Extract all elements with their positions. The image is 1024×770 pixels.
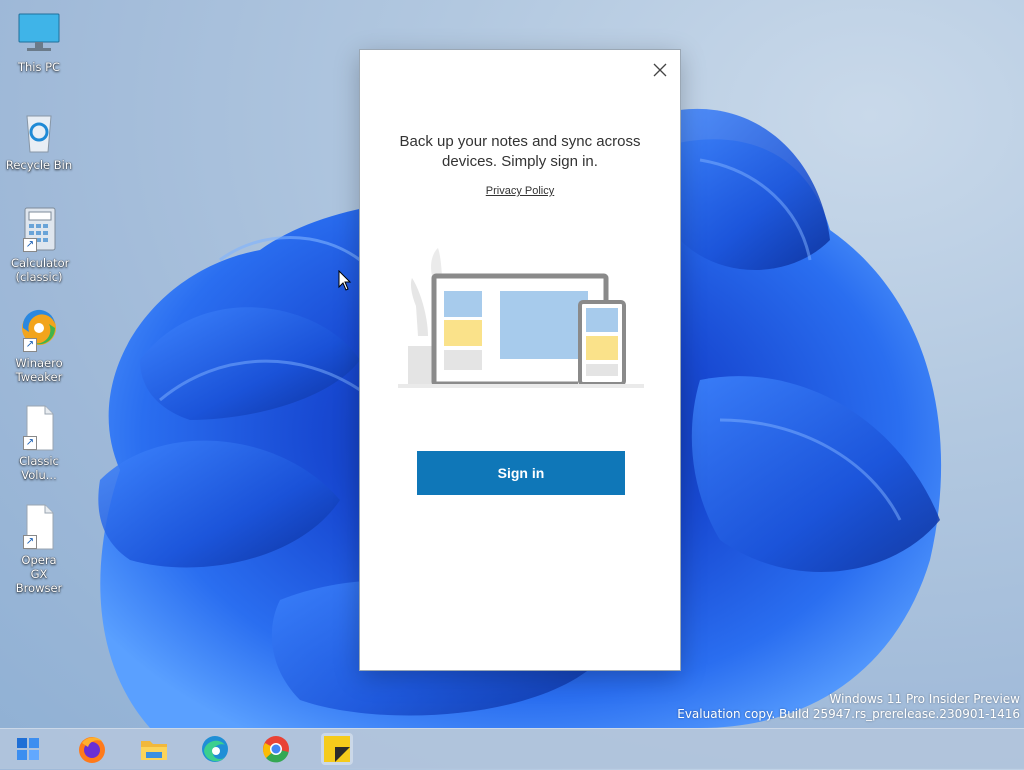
file-explorer-icon[interactable] xyxy=(138,733,170,765)
shortcut-arrow-icon: ↗ xyxy=(23,338,37,352)
privacy-policy-link[interactable]: Privacy Policy xyxy=(360,185,680,197)
shortcut-arrow-icon: ↗ xyxy=(23,238,37,252)
devices-sync-illustration xyxy=(398,248,644,388)
shortcut-arrow-icon: ↗ xyxy=(23,436,37,450)
dialog-heading: Back up your notes and sync across devic… xyxy=(380,132,660,172)
watermark-line-2: Evaluation copy. Build 25947.rs_prerelea… xyxy=(677,707,1020,721)
file-icon: ↗ xyxy=(15,503,63,551)
desktop-icon-label: Recycle Bin xyxy=(5,158,73,172)
calculator-icon: ↗ xyxy=(15,206,63,254)
desktop-icon-classic-volume[interactable]: ↗ Classic Volu... xyxy=(4,404,74,482)
sticky-notes-signin-dialog: Back up your notes and sync across devic… xyxy=(360,50,680,670)
mouse-cursor-icon xyxy=(338,270,352,291)
taskbar xyxy=(0,728,1024,769)
chrome-icon[interactable] xyxy=(260,733,292,765)
monitor-icon xyxy=(15,10,63,58)
winaero-tweaker-icon: ↗ xyxy=(15,306,63,354)
desktop-icon-label: This PC xyxy=(17,60,61,74)
desktop-icon-winaero-tweaker[interactable]: ↗ Winaero Tweaker xyxy=(4,306,74,384)
edge-icon[interactable] xyxy=(199,733,231,765)
desktop-icon-label: Calculator (classic) xyxy=(11,256,70,284)
heading-line-1: Back up your notes and sync across xyxy=(399,133,641,150)
desktop-icon-recycle-bin[interactable]: Recycle Bin xyxy=(4,108,74,172)
desktop-icon-calculator[interactable]: ↗ Calculator (classic) xyxy=(4,206,74,284)
desktop-icon-label: Opera GX Browser xyxy=(15,553,63,595)
desktop-icon-label: Classic Volu... xyxy=(19,454,59,482)
desktop-icon-opera-gx[interactable]: ↗ Opera GX Browser xyxy=(4,503,74,595)
recycle-bin-icon xyxy=(15,108,63,156)
firefox-icon[interactable] xyxy=(76,733,108,765)
close-icon[interactable] xyxy=(652,62,668,78)
file-icon: ↗ xyxy=(15,404,63,452)
desktop-icon-this-pc[interactable]: This PC xyxy=(4,10,74,74)
sign-in-button[interactable]: Sign in xyxy=(417,451,625,495)
shortcut-arrow-icon: ↗ xyxy=(23,535,37,549)
desktop-icon-label: Winaero Tweaker xyxy=(15,356,63,384)
watermark-line-1: Windows 11 Pro Insider Preview xyxy=(829,692,1020,706)
windows-evaluation-watermark: Windows 11 Pro Insider Preview Evaluatio… xyxy=(677,692,1020,722)
start-icon[interactable] xyxy=(12,733,44,765)
heading-line-2: devices. Simply sign in. xyxy=(442,153,598,170)
sticky-notes-icon[interactable] xyxy=(321,733,353,765)
